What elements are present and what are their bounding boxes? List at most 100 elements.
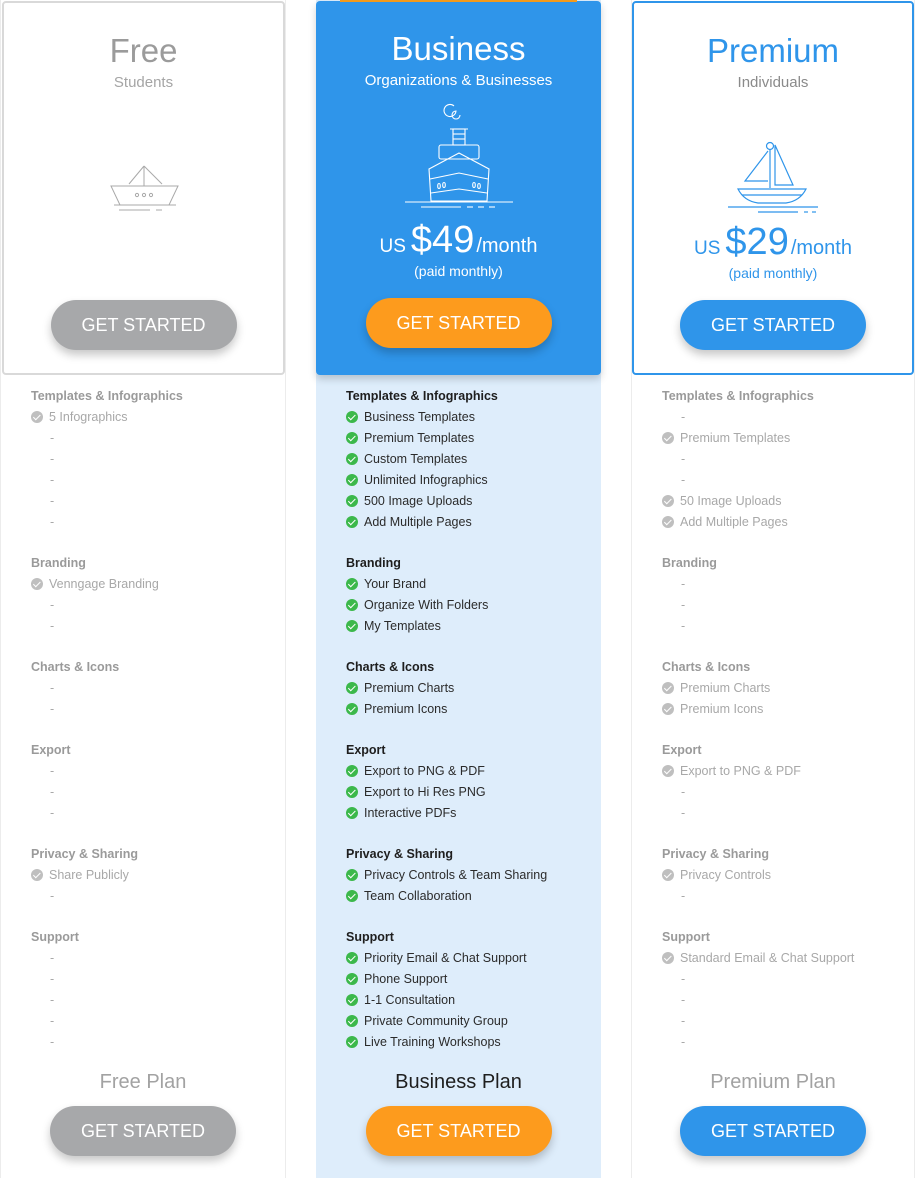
feature-label: - xyxy=(50,702,55,716)
feature-item-included: 50 Image Uploads xyxy=(662,493,906,514)
feature-item-included: Interactive PDFs xyxy=(346,805,593,826)
get-started-button-premium[interactable]: GET STARTED xyxy=(680,300,866,350)
feature-item-included: Export to PNG & PDF xyxy=(662,763,906,784)
price-amount: $29 xyxy=(725,221,789,263)
feature-label: - xyxy=(50,598,55,612)
price-period: /month xyxy=(790,237,852,259)
feature-label: Priority Email & Chat Support xyxy=(364,951,527,965)
feature-label: - xyxy=(50,619,55,633)
sailboat-icon xyxy=(728,141,818,213)
get-started-button-free[interactable]: GET STARTED xyxy=(50,300,237,350)
billing-note: (paid monthly) xyxy=(414,263,503,279)
feature-label: Premium Charts xyxy=(680,681,771,695)
paper-boat-icon xyxy=(109,165,179,211)
feature-item-excluded: - xyxy=(662,618,906,639)
feature-section: Privacy & Sharing Privacy Controls & Team… xyxy=(346,846,593,909)
feature-item-excluded: - xyxy=(662,971,906,992)
feature-section-title: Support xyxy=(662,930,710,944)
plan-column-premium: Premium Individuals US $29/month (paid mo… xyxy=(631,0,915,1178)
check-circle-icon xyxy=(346,578,358,590)
feature-item-included: Standard Email & Chat Support xyxy=(662,950,906,971)
feature-item-included: Privacy Controls & Team Sharing xyxy=(346,867,593,888)
feature-section: Export - - - xyxy=(31,742,277,826)
feature-section-title: Charts & Icons xyxy=(346,660,435,674)
plan-card-premium: Premium Individuals US $29/month (paid mo… xyxy=(632,1,914,375)
feature-label: Export to Hi Res PNG xyxy=(364,785,486,799)
get-started-button-business[interactable]: GET STARTED xyxy=(365,298,552,348)
feature-label: - xyxy=(681,452,686,466)
check-circle-icon xyxy=(31,411,43,423)
feature-section-title: Export xyxy=(346,743,386,757)
check-circle-icon xyxy=(346,474,358,486)
feature-label: Add Multiple Pages xyxy=(680,515,788,529)
feature-section: Privacy & Sharing Share Publicly - xyxy=(31,846,277,909)
feature-section-title: Export xyxy=(31,743,71,757)
feature-item-included: Your Brand xyxy=(346,576,593,597)
feature-item-included: Premium Templates xyxy=(662,430,906,451)
feature-section-title: Support xyxy=(31,930,79,944)
feature-label: - xyxy=(681,806,686,820)
steamship-icon xyxy=(404,103,513,208)
feature-label: - xyxy=(50,993,55,1007)
feature-item-excluded: - xyxy=(662,992,906,1013)
feature-section-title: Charts & Icons xyxy=(662,660,751,674)
feature-label: Business Templates xyxy=(364,410,475,424)
price: US $29/month xyxy=(634,223,912,261)
feature-item-excluded: - xyxy=(31,1013,277,1034)
feature-item-included: Premium Charts xyxy=(662,680,906,701)
feature-item-excluded: - xyxy=(31,763,277,784)
feature-label: - xyxy=(50,951,55,965)
plan-name: Premium xyxy=(706,32,840,69)
feature-label: Premium Templates xyxy=(680,431,791,445)
feature-item-included: Custom Templates xyxy=(346,451,593,472)
feature-label: - xyxy=(50,473,55,487)
feature-label: Interactive PDFs xyxy=(364,806,457,820)
price: US $49/month xyxy=(316,221,601,259)
feature-item-excluded: - xyxy=(31,805,277,826)
feature-section: Charts & Icons Premium Charts Premium Icon… xyxy=(662,659,906,722)
footer-plan-name: Free Plan xyxy=(99,1071,187,1093)
feature-item-excluded: - xyxy=(662,597,906,618)
feature-label: - xyxy=(50,806,55,820)
feature-section-title: Privacy & Sharing xyxy=(662,847,769,861)
feature-label: - xyxy=(50,1035,55,1049)
feature-section-title: Branding xyxy=(662,556,717,570)
feature-section-title: Templates & Infographics xyxy=(31,389,183,403)
feature-label: - xyxy=(50,452,55,466)
footer-get-started-button-premium[interactable]: GET STARTED xyxy=(680,1106,866,1156)
feature-label: Organize With Folders xyxy=(364,598,489,612)
feature-item-included: 5 Infographics xyxy=(31,409,277,430)
feature-label: Premium Charts xyxy=(364,681,455,695)
footer-get-started-button-business[interactable]: GET STARTED xyxy=(365,1106,552,1156)
feature-item-excluded: - xyxy=(662,784,906,805)
feature-item-excluded: - xyxy=(31,680,277,701)
feature-section: Branding Venngage Branding - - xyxy=(31,555,277,639)
feature-item-excluded: - xyxy=(31,430,277,451)
feature-item-excluded: - xyxy=(31,597,277,618)
feature-section: Branding Your Brand Organize With Folders M… xyxy=(346,555,593,639)
check-circle-icon xyxy=(346,973,358,985)
feature-label: 50 Image Uploads xyxy=(680,494,782,508)
check-circle-icon xyxy=(346,620,358,632)
feature-label: - xyxy=(681,972,686,986)
feature-label: Export to PNG & PDF xyxy=(364,764,485,778)
feature-label: - xyxy=(50,494,55,508)
feature-label: - xyxy=(681,410,686,424)
check-circle-icon xyxy=(662,495,674,507)
feature-section-title: Branding xyxy=(31,556,86,570)
feature-label: Team Collaboration xyxy=(364,889,472,903)
feature-label: - xyxy=(681,619,686,633)
feature-item-excluded: - xyxy=(31,618,277,639)
feature-item-excluded: - xyxy=(31,971,277,992)
footer-get-started-button-free[interactable]: GET STARTED xyxy=(50,1106,236,1156)
plan-audience: Organizations & Businesses xyxy=(364,72,553,89)
check-circle-icon xyxy=(346,807,358,819)
feature-label: - xyxy=(50,681,55,695)
feature-item-included: Venngage Branding xyxy=(31,576,277,597)
plan-name: Free xyxy=(109,32,178,69)
feature-label: - xyxy=(681,889,686,903)
feature-label: Premium Icons xyxy=(364,702,448,716)
feature-item-included: Export to PNG & PDF xyxy=(346,763,593,784)
feature-label: - xyxy=(681,577,686,591)
check-circle-icon xyxy=(662,703,674,715)
